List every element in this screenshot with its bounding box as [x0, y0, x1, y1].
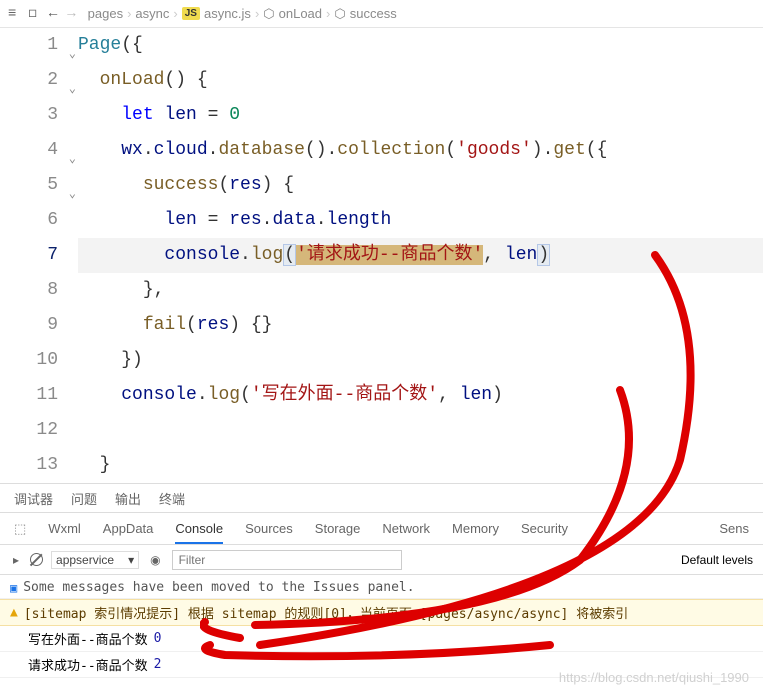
breadcrumb-item[interactable]: success — [350, 6, 397, 21]
code-editor[interactable]: 1⌄ 2⌄ 3 4⌄ 5⌄ 6 7 8 9 10 11 12 13 Page({… — [0, 28, 763, 483]
tab-security[interactable]: Security — [521, 521, 568, 536]
fold-icon[interactable]: ⌄ — [69, 177, 76, 212]
fold-icon[interactable]: ⌄ — [69, 142, 76, 177]
token: console — [121, 385, 197, 405]
token: fail — [143, 315, 186, 335]
nav-back-icon[interactable]: ← — [49, 6, 57, 22]
eye-icon[interactable]: ◉ — [147, 553, 163, 567]
devtools-tabs: ⬚ Wxml AppData Console Sources Storage N… — [0, 513, 763, 545]
chevron-right-icon: › — [173, 6, 177, 21]
breadcrumb-item[interactable]: onLoad — [279, 6, 322, 21]
tab-console[interactable]: Console — [175, 521, 223, 544]
token: res — [229, 175, 261, 195]
tab-network[interactable]: Network — [382, 521, 430, 536]
breadcrumb-item[interactable]: pages — [88, 6, 123, 21]
token: Page — [78, 35, 121, 55]
token: = — [208, 105, 219, 125]
token: len — [164, 105, 196, 125]
tab-debugger[interactable]: 调试器 — [14, 489, 53, 508]
selected-string: '请求成功--商品个数' — [296, 245, 483, 265]
breadcrumb-item[interactable]: async.js — [204, 6, 251, 21]
filter-input[interactable] — [172, 550, 402, 570]
tab-sensor[interactable]: Sens — [719, 521, 749, 536]
elements-icon[interactable]: ⬚ — [14, 521, 26, 537]
token: 0 — [229, 105, 240, 125]
console-info-row: ▣ Some messages have been moved to the I… — [0, 577, 763, 599]
nav-forward-icon: → — [67, 6, 75, 22]
console-value: 2 — [154, 657, 162, 672]
token: res — [229, 210, 261, 230]
tab-storage[interactable]: Storage — [315, 521, 361, 536]
editor-toolbar: ≡ ◻ ← → pages › async › JS async.js › ⬡ … — [0, 0, 763, 28]
token: cloud — [154, 140, 208, 160]
token: let — [121, 105, 153, 125]
token: console — [164, 245, 240, 265]
warning-icon: ▲ — [10, 605, 18, 620]
chevron-right-icon: › — [255, 6, 259, 21]
console-message: Some messages have been moved to the Iss… — [23, 580, 414, 595]
token: data — [272, 210, 315, 230]
chevron-right-icon: › — [127, 6, 131, 21]
console-message: 请求成功--商品个数 — [28, 655, 148, 674]
token: log — [208, 385, 240, 405]
console-log-row: 写在外面--商品个数 0 — [0, 626, 763, 652]
token: len — [460, 385, 492, 405]
console-message: 写在外面--商品个数 — [28, 629, 148, 648]
tab-memory[interactable]: Memory — [452, 521, 499, 536]
token: '写在外面--商品个数' — [251, 385, 438, 405]
breadcrumb-item[interactable]: async — [135, 6, 169, 21]
token: success — [143, 175, 219, 195]
console-warn-row: ▲ [sitemap 索引情况提示] 根据 sitemap 的规则[0]，当前页… — [0, 599, 763, 626]
clear-console-icon[interactable] — [30, 553, 43, 566]
tab-terminal[interactable]: 终端 — [159, 489, 185, 508]
context-select[interactable]: appservice▾ — [51, 551, 139, 569]
token: wx — [121, 140, 143, 160]
code-content[interactable]: Page({ onLoad() { let len = 0 wx.cloud.d… — [78, 28, 763, 483]
token: 'goods' — [456, 140, 532, 160]
outline-icon[interactable]: ≡ — [8, 6, 16, 22]
token: database — [218, 140, 304, 160]
panel-tabs: 调试器 问题 输出 终端 — [0, 483, 763, 513]
tab-wxml[interactable]: Wxml — [48, 521, 81, 536]
fold-icon[interactable]: ⌄ — [69, 37, 76, 72]
tab-output[interactable]: 输出 — [115, 489, 141, 508]
chevron-right-icon: › — [326, 6, 330, 21]
fold-icon[interactable]: ⌄ — [69, 72, 76, 107]
console-value: 0 — [154, 631, 162, 646]
watermark: https://blog.csdn.net/qiushi_1990 — [559, 670, 749, 685]
bookmark-icon[interactable]: ◻ — [28, 5, 36, 22]
tab-appdata[interactable]: AppData — [103, 521, 154, 536]
info-icon: ▣ — [10, 581, 17, 595]
log-levels-select[interactable]: Default levels — [681, 553, 753, 567]
token: collection — [337, 140, 445, 160]
tab-problems[interactable]: 问题 — [71, 489, 97, 508]
breadcrumb[interactable]: pages › async › JS async.js › ⬡ onLoad ›… — [88, 6, 397, 22]
token: len — [505, 245, 537, 265]
symbol-icon: ⬡ — [334, 6, 345, 22]
token: onLoad — [100, 70, 165, 90]
tab-sources[interactable]: Sources — [245, 521, 293, 536]
token: log — [251, 245, 283, 265]
symbol-icon: ⬡ — [263, 6, 274, 22]
token: len — [164, 210, 196, 230]
line-gutter: 1⌄ 2⌄ 3 4⌄ 5⌄ 6 7 8 9 10 11 12 13 — [0, 28, 78, 483]
token: res — [197, 315, 229, 335]
token: get — [553, 140, 585, 160]
token: length — [327, 210, 392, 230]
console-toolbar: ▸ appservice▾ ◉ Default levels — [0, 545, 763, 575]
js-file-icon: JS — [182, 7, 200, 20]
console-output: ▣ Some messages have been moved to the I… — [0, 575, 763, 680]
console-message: [sitemap 索引情况提示] 根据 sitemap 的规则[0]，当前页面 … — [24, 603, 628, 622]
toggle-sidebar-icon[interactable]: ▸ — [10, 553, 22, 567]
